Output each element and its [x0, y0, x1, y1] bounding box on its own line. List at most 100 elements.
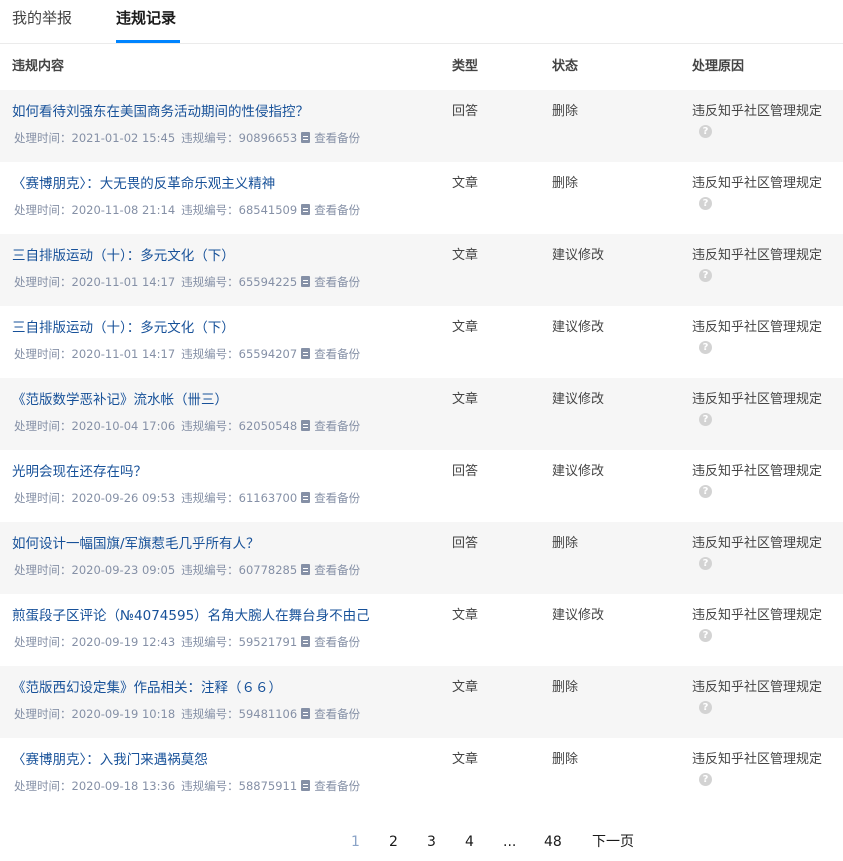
violation-meta: 处理时间：2020-09-19 12:43 违规编号：59521791 查看备份 — [14, 635, 360, 649]
view-backup-label: 查看备份 — [314, 347, 361, 361]
view-backup-link[interactable]: 查看备份 — [297, 635, 360, 649]
view-backup-link[interactable]: 查看备份 — [297, 563, 360, 577]
view-backup-link[interactable]: 查看备份 — [297, 275, 360, 289]
table-row: 如何看待刘强东在美国商务活动期间的性侵指控？ 处理时间：2021-01-02 15… — [0, 90, 843, 162]
document-icon — [301, 780, 311, 791]
violation-title-link[interactable]: 光明会现在还存在吗？ — [12, 463, 147, 481]
table-row: 〈赛博朋克〉：大无畏的反革命乐观主义精神 处理时间：2020-11-08 21:1… — [0, 162, 843, 234]
content-type: 文章 — [452, 680, 479, 695]
help-icon[interactable]: ? — [699, 557, 712, 570]
content-type: 回答 — [452, 536, 479, 551]
time-prefix: 处理时间： — [14, 563, 72, 577]
violation-title-link[interactable]: 如何设计一幅国旗/军旗惹毛几乎所有人？ — [12, 535, 260, 553]
reason-text: 违反知乎社区管理规定 — [692, 392, 823, 407]
time-prefix: 处理时间： — [14, 635, 72, 649]
document-icon — [301, 132, 311, 143]
help-icon[interactable]: ? — [699, 773, 712, 786]
violation-title-link[interactable]: 煎蛋段子区评论（№4074595）名角大腕人在舞台身不由己 — [12, 607, 370, 625]
help-icon[interactable]: ? — [699, 125, 712, 138]
view-backup-label: 查看备份 — [314, 419, 361, 433]
view-backup-link[interactable]: 查看备份 — [297, 419, 360, 433]
help-icon[interactable]: ? — [699, 629, 712, 642]
time-prefix: 处理时间： — [14, 491, 72, 505]
violation-title-link[interactable]: 〈赛博朋克〉：入我门来遇祸莫怨 — [12, 751, 208, 769]
violation-title-link[interactable]: 《范版数学恶补记》流水帐（卌三） — [12, 391, 228, 409]
page-ellipsis: ... — [503, 834, 517, 850]
next-page-button[interactable]: 下一页 — [592, 832, 634, 852]
time-prefix: 处理时间： — [14, 707, 72, 721]
tab-violation-records[interactable]: 违规记录 — [116, 8, 176, 28]
table-row: 煎蛋段子区评论（№4074595）名角大腕人在舞台身不由己处理时间：2020-0… — [0, 594, 843, 666]
view-backup-link[interactable]: 查看备份 — [297, 347, 360, 361]
table-header: 违规内容 类型 状态 处理原因 — [0, 44, 843, 90]
view-backup-label: 查看备份 — [314, 779, 361, 793]
violation-id: 65594225 — [238, 275, 298, 289]
status-text: 建议修改 — [552, 248, 605, 263]
violation-title-link[interactable]: 三自排版运动（十）：多元文化（下） — [12, 247, 235, 265]
table-row: 三自排版运动（十）：多元文化（下） 处理时间：2020-11-01 14:17 违规… — [0, 234, 843, 306]
view-backup-link[interactable]: 查看备份 — [297, 779, 360, 793]
view-backup-link[interactable]: 查看备份 — [297, 131, 360, 145]
table-row: 如何设计一幅国旗/军旗惹毛几乎所有人？ 处理时间：2020-09-23 09:05… — [0, 522, 843, 594]
violation-title-link[interactable]: 〈赛博朋克〉：大无畏的反革命乐观主义精神 — [12, 175, 275, 193]
handled-time: 2020-09-19 10:18 — [71, 707, 176, 721]
pagination: 1 2 3 4 ... 48 下一页 — [0, 832, 843, 852]
header-status: 状态 — [552, 59, 579, 74]
help-icon[interactable]: ? — [699, 413, 712, 426]
status-text: 删除 — [552, 536, 579, 551]
time-prefix: 处理时间： — [14, 347, 72, 361]
status-text: 删除 — [552, 104, 579, 119]
violation-id: 58875911 — [238, 779, 298, 793]
violation-list: 如何看待刘强东在美国商务活动期间的性侵指控？ 处理时间：2021-01-02 15… — [0, 90, 843, 810]
view-backup-label: 查看备份 — [314, 707, 361, 721]
table-row: 〈赛博朋克〉：入我门来遇祸莫怨 处理时间：2020-09-18 13:36 违规编号… — [0, 738, 843, 810]
view-backup-link[interactable]: 查看备份 — [297, 203, 360, 217]
reason-text: 违反知乎社区管理规定 — [692, 680, 823, 695]
content-type: 文章 — [452, 752, 479, 767]
page-48[interactable]: 48 — [544, 832, 562, 852]
help-icon[interactable]: ? — [699, 485, 712, 498]
help-icon[interactable]: ? — [699, 269, 712, 282]
violation-id: 65594207 — [238, 347, 298, 361]
id-prefix: 违规编号： — [181, 779, 239, 793]
status-text: 删除 — [552, 680, 579, 695]
content-type: 文章 — [452, 320, 479, 335]
page-4[interactable]: 4 — [465, 832, 474, 852]
reason-text: 违反知乎社区管理规定 — [692, 104, 823, 119]
header-type: 类型 — [452, 59, 479, 74]
reason-text: 违反知乎社区管理规定 — [692, 464, 823, 479]
violation-title-link[interactable]: 三自排版运动（十）：多元文化（下） — [12, 319, 235, 337]
page-2[interactable]: 2 — [389, 832, 398, 852]
view-backup-link[interactable]: 查看备份 — [297, 707, 360, 721]
handled-time: 2020-11-08 21:14 — [71, 203, 176, 217]
document-icon — [301, 708, 311, 719]
document-icon — [301, 636, 311, 647]
view-backup-label: 查看备份 — [314, 275, 361, 289]
violation-title-link[interactable]: 如何看待刘强东在美国商务活动期间的性侵指控？ — [12, 103, 309, 121]
document-icon — [301, 348, 311, 359]
id-prefix: 违规编号： — [181, 707, 239, 721]
view-backup-label: 查看备份 — [314, 131, 361, 145]
view-backup-link[interactable]: 查看备份 — [297, 491, 360, 505]
status-text: 建议修改 — [552, 608, 605, 623]
active-tab-indicator — [116, 40, 180, 43]
handled-time: 2020-09-19 12:43 — [71, 635, 176, 649]
help-icon[interactable]: ? — [699, 197, 712, 210]
reason-text: 违反知乎社区管理规定 — [692, 536, 823, 551]
page-3[interactable]: 3 — [427, 832, 436, 852]
page-1[interactable]: 1 — [351, 832, 360, 852]
violation-meta: 处理时间：2020-09-23 09:05 违规编号：60778285 查看备份 — [14, 563, 360, 577]
document-icon — [301, 276, 311, 287]
help-icon[interactable]: ? — [699, 701, 712, 714]
help-icon[interactable]: ? — [699, 341, 712, 354]
handled-time: 2020-11-01 14:17 — [71, 347, 176, 361]
id-prefix: 违规编号： — [181, 635, 239, 649]
id-prefix: 违规编号： — [181, 131, 239, 145]
content-type: 文章 — [452, 392, 479, 407]
table-row: 《范版数学恶补记》流水帐（卌三） 处理时间：2020-10-04 17:06 违规编… — [0, 378, 843, 450]
tab-my-reports[interactable]: 我的举报 — [12, 8, 72, 28]
violation-meta: 处理时间：2020-10-04 17:06 违规编号：62050548 查看备份 — [14, 419, 360, 433]
violation-title-link[interactable]: 《范版西幻设定集》作品相关：注释（６６） — [12, 679, 282, 697]
id-prefix: 违规编号： — [181, 563, 239, 577]
violation-id: 62050548 — [238, 419, 298, 433]
